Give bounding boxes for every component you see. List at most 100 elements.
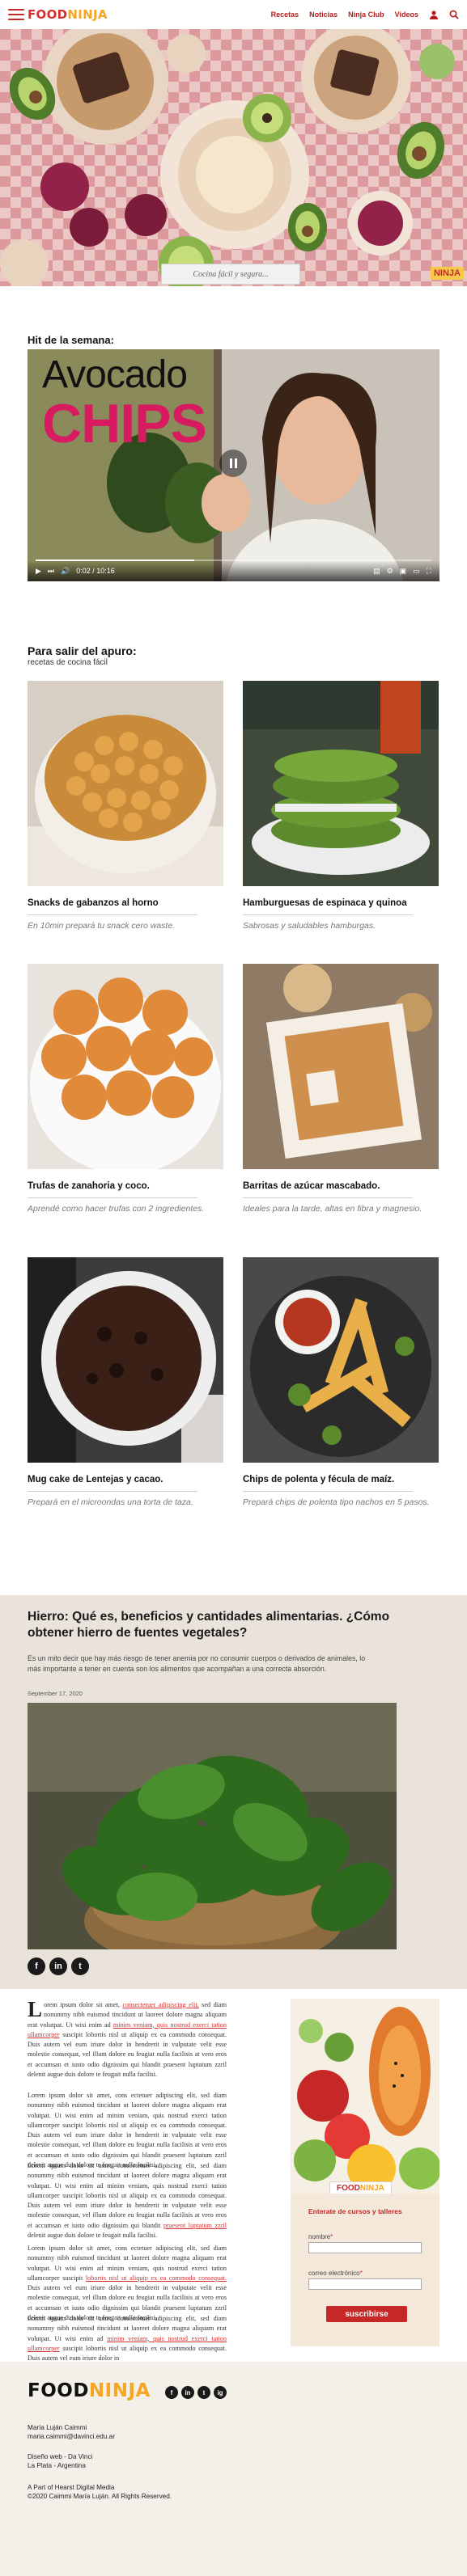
linkedin-icon[interactable]: in <box>49 1957 67 1975</box>
name-field[interactable] <box>308 2242 422 2253</box>
next-icon[interactable]: ⏭ <box>48 567 54 576</box>
article-body-4: Lorem ipsum dolor sit amet, cons ectetue… <box>28 2244 227 2323</box>
page: FOODNINJA Recetas Noticias Ninja Club Vi… <box>0 0 467 2576</box>
twitter-icon[interactable]: t <box>197 2386 210 2399</box>
apuro-heading: Para salir del apuro: recetas de cocina … <box>28 644 137 667</box>
divider <box>28 1197 197 1198</box>
video-player[interactable]: Avocado CHIPS ▶ ⏭ 🔊 0:02 / 10:16 ▤ ⚙ ▣ ▭… <box>28 349 439 581</box>
recipe-subtitle: En 10min prepará tu snack cero waste. <box>28 921 176 931</box>
divider <box>28 914 197 915</box>
recipe-title[interactable]: Mug cake de Lentejas y cacao. <box>28 1475 223 1484</box>
recipe-card-hamburguesas[interactable]: Hamburguesas de espinaca y quinoa Sabros… <box>243 681 439 931</box>
recipe-card-polenta[interactable]: Chips de polenta y fécula de maíz. Prepa… <box>243 1257 439 1507</box>
recipe-subtitle: Prepará en el microondas una torta de ta… <box>28 1497 193 1507</box>
recipe-subtitle: Sabrosas y saludables hamburgas. <box>243 921 376 931</box>
video-time: 0:02 / 10:16 <box>76 567 115 575</box>
footer-city: La Plata - Argentina <box>28 2462 86 2470</box>
footer-email[interactable]: maria.caimmi@davinci.edu.ar <box>28 2432 115 2441</box>
article-body-2: Lorem ipsum dolor sit amet, cons ectetue… <box>28 2092 227 2169</box>
recipe-card-trufas[interactable]: Trufas de zanahoria y coco. Aprendé como… <box>28 964 223 1214</box>
site-logo[interactable]: FOODNINJA <box>28 7 108 22</box>
recipe-card-barritas[interactable]: Barritas de azúcar mascabado. Ideales pa… <box>243 964 439 1214</box>
article-body-5: Lorem ipsum dolor sit amet, consectetuer… <box>28 2314 227 2363</box>
email-field[interactable] <box>308 2278 422 2290</box>
nav-noticias[interactable]: Noticias <box>309 11 338 19</box>
recipe-card-mugcake[interactable]: Mug cake de Lentejas y cacao. Prepará en… <box>28 1257 223 1507</box>
instagram-icon[interactable]: ig <box>214 2386 227 2399</box>
play-icon[interactable]: ▶ <box>36 567 41 576</box>
recipe-image <box>243 1257 439 1463</box>
footer-legal: A Part of Hearst Digital Media ©2020 Cai… <box>28 2483 172 2501</box>
body-link[interactable]: praesent luptatum zzril <box>163 2222 227 2229</box>
nav-ninja-club[interactable]: Ninja Club <box>348 11 384 19</box>
recipe-card-garbanzos[interactable]: Snacks de gabanzos al horno En 10min pre… <box>28 681 223 931</box>
site-footer: FOODNINJA f in t ig María Luján Caimmi m… <box>0 2362 467 2576</box>
miniplayer-icon[interactable]: ▣ <box>400 567 407 576</box>
site-header: FOODNINJA Recetas Noticias Ninja Club Vi… <box>0 0 467 29</box>
footer-name: María Luján Caimmi <box>28 2424 87 2431</box>
divider <box>243 1197 413 1198</box>
twitter-icon[interactable]: t <box>71 1957 89 1975</box>
recipe-image <box>28 681 223 886</box>
recipe-title[interactable]: Trufas de zanahoria y coco. <box>28 1181 223 1191</box>
article-image <box>28 1703 397 1949</box>
hero-illustration <box>0 29 467 286</box>
name-label: nombre* <box>308 2233 333 2240</box>
apuro-title: Para salir del apuro: <box>28 644 137 657</box>
newsletter-form: Enterate de cursos y talleres nombre* co… <box>291 2194 439 2336</box>
dropcap: L <box>28 1997 43 2021</box>
hero-banner: Cocina fácil y segura... NINJA <box>0 29 467 286</box>
nav-videos[interactable]: Videos <box>395 11 418 19</box>
recipe-title[interactable]: Chips de polenta y fécula de maíz. <box>243 1475 439 1484</box>
newsletter-heading: Enterate de cursos y talleres <box>308 2207 402 2215</box>
recipe-image <box>243 681 439 886</box>
body-text: delenit augue duis dolore te feugait nul… <box>28 2232 158 2240</box>
facebook-icon[interactable]: f <box>165 2386 178 2399</box>
article-body-3: Lorem ipsum dolor sit amet, consectetuer… <box>28 2161 227 2240</box>
settings-icon[interactable]: ⚙ <box>387 567 393 576</box>
apuro-subtitle: recetas de cocina fácil <box>28 658 108 667</box>
volume-icon[interactable]: 🔊 <box>61 567 70 576</box>
fullscreen-icon[interactable]: ⛶ <box>427 567 431 576</box>
recipe-image <box>243 964 439 1169</box>
hero-badge: NINJA <box>430 267 464 280</box>
hero-button[interactable]: Cocina fácil y segura... <box>161 264 300 285</box>
search-icon[interactable] <box>449 10 459 19</box>
body-text: orem ipsum dolor sit amet, <box>44 2001 123 2008</box>
menu-icon[interactable] <box>8 9 24 20</box>
main-nav: Recetas Noticias Ninja Club Videos <box>271 10 459 19</box>
body-link[interactable]: lobortis nisl ut aliquip ex ea commodo c… <box>86 2274 227 2282</box>
recipe-title[interactable]: Hamburguesas de espinaca y quinoa <box>243 898 439 908</box>
article-section: Hierro: Qué es, beneficios y cantidades … <box>0 1595 467 1989</box>
recipe-subtitle: Aprendé como hacer trufas con 2 ingredie… <box>28 1204 205 1214</box>
article-body-1: Lorem ipsum dolor sit amet, consectetuer… <box>28 1997 227 2080</box>
footer-copyright: ©2020 Caimmi María Luján. All Rights Res… <box>28 2493 172 2501</box>
footer-part-of: A Part of Hearst Digital Media <box>28 2484 115 2491</box>
nav-recetas[interactable]: Recetas <box>271 11 299 19</box>
footer-logo[interactable]: FOODNINJA <box>28 2380 151 2401</box>
footer-credits: Diseño web - Da Vinci La Plata - Argenti… <box>28 2452 92 2470</box>
video-title-avocado: Avocado <box>42 353 188 396</box>
article-title: Hierro: Qué es, beneficios y cantidades … <box>28 1610 390 1641</box>
body-link[interactable]: consectetuer adipiscing elit, <box>123 2001 199 2008</box>
user-icon[interactable] <box>429 10 439 19</box>
theater-icon[interactable]: ▭ <box>413 567 420 576</box>
linkedin-icon[interactable]: in <box>181 2386 194 2399</box>
video-controls: ▶ ⏭ 🔊 0:02 / 10:16 ▤ ⚙ ▣ ▭ ⛶ <box>28 560 439 581</box>
email-label: correo electrónico* <box>308 2270 363 2277</box>
footer-contact: María Luján Caimmi maria.caimmi@davinci.… <box>28 2423 115 2441</box>
share-buttons: f in t <box>28 1957 89 1975</box>
recipe-title[interactable]: Barritas de azúcar mascabado. <box>243 1181 439 1191</box>
subscribe-button[interactable]: suscribirse <box>326 2306 407 2322</box>
recipe-subtitle: Ideales para la tarde, altas en fibra y … <box>243 1204 422 1214</box>
newsletter-sidebar: FOODNINJA Enterate de cursos y talleres … <box>291 1999 439 2346</box>
video-title-chips: CHIPS <box>42 393 207 454</box>
hit-title: Hit de la semana: <box>28 334 114 346</box>
facebook-icon[interactable]: f <box>28 1957 45 1975</box>
article-description: Es un mito decir que hay más riesgo de t… <box>28 1654 366 1673</box>
subtitles-icon[interactable]: ▤ <box>373 567 380 576</box>
footer-credit: Diseño web - Da Vinci <box>28 2453 93 2460</box>
pause-icon[interactable] <box>219 450 247 477</box>
recipe-title[interactable]: Snacks de gabanzos al horno <box>28 898 223 908</box>
recipe-subtitle: Prepará chips de polenta tipo nachos en … <box>243 1497 430 1507</box>
